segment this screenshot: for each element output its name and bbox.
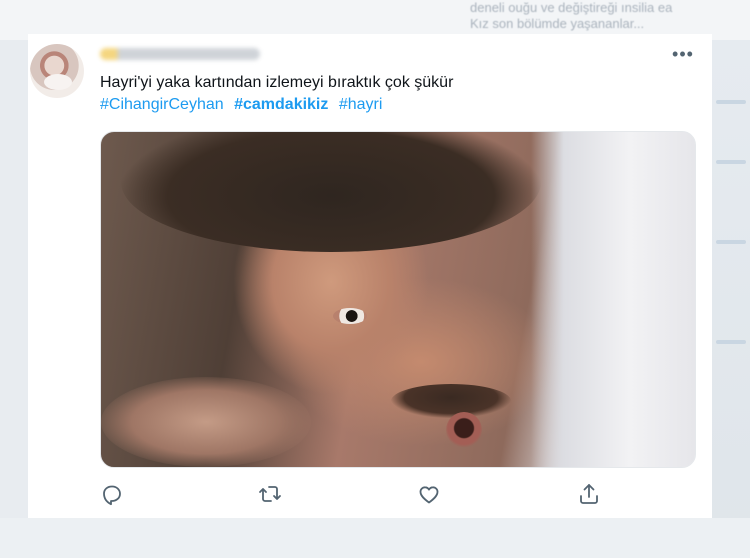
hashtag-link[interactable]: #hayri <box>339 96 383 113</box>
reply-button[interactable] <box>100 482 124 506</box>
more-options-button[interactable]: ••• <box>668 44 698 64</box>
background-ghost-text: deneli ouğu ve değiştireği ınsilia ea Kı… <box>470 0 730 36</box>
tweet-card: ••• Hayri'yi yaka kartından izlemeyi bır… <box>28 34 712 518</box>
heart-icon <box>419 486 439 504</box>
share-button[interactable] <box>577 482 601 506</box>
reply-icon <box>103 485 121 506</box>
hashtag-link[interactable]: #CihangirCeyhan <box>100 96 224 113</box>
blurred-username <box>100 48 260 60</box>
like-button[interactable] <box>417 482 441 506</box>
tweet-action-bar <box>100 482 660 506</box>
background-page-left <box>0 40 28 558</box>
background-page-bottom <box>0 518 750 558</box>
background-page-right <box>712 40 750 558</box>
ghost-line: Kız son bölümde yaşananlar... <box>470 16 645 31</box>
retweet-icon <box>259 486 281 502</box>
ghost-line: deneli ouğu ve değiştireği ınsilia ea <box>470 0 673 15</box>
share-icon <box>580 484 598 504</box>
tweet-media-photo[interactable] <box>100 131 696 468</box>
tweet-hashtags: #CihangirCeyhan #camdakikiz #hayri <box>100 94 388 116</box>
tweet-text: Hayri'yi yaka kartından izlemeyi bıraktı… <box>100 74 454 91</box>
hashtag-link[interactable]: #camdakikiz <box>234 96 328 113</box>
retweet-button[interactable] <box>258 482 282 506</box>
avatar[interactable] <box>30 44 84 98</box>
